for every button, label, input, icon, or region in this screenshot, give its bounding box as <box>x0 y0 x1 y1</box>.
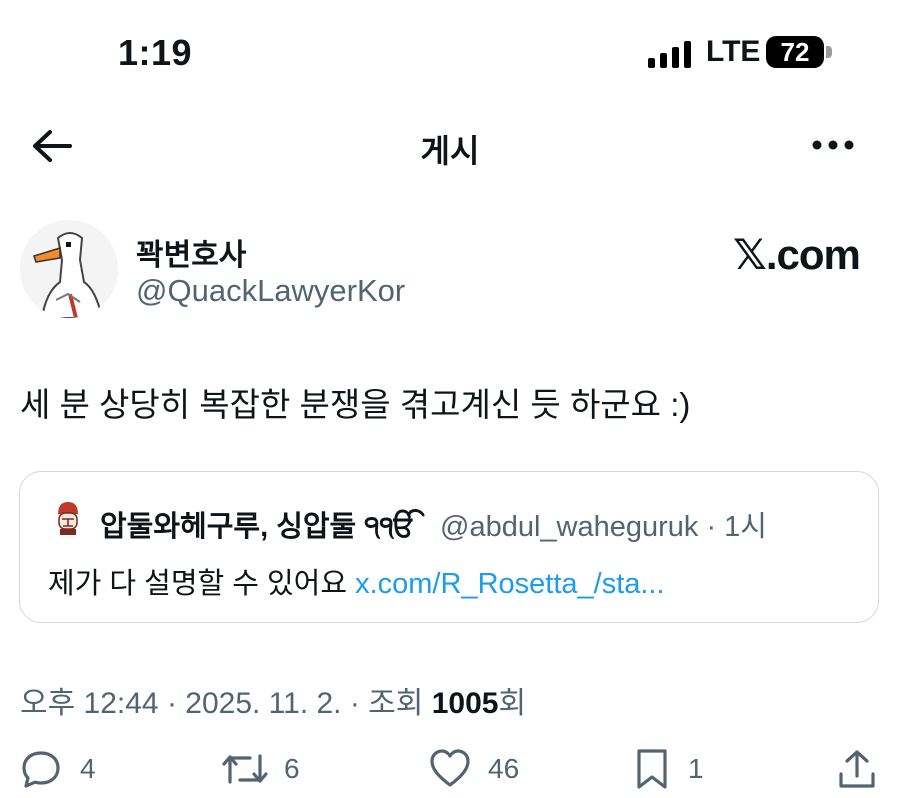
signal-strength-icon <box>648 40 691 68</box>
post-text: 세 분 상당히 복잡한 분쟁을 겪고계신 듯 하군요 :) <box>20 386 691 423</box>
battery-level: 72 <box>780 36 810 67</box>
view-suffix: 회 <box>498 687 527 720</box>
quoted-author-name: 압둘와헤구루, 싱압둘 ੧ੴ <box>100 511 416 543</box>
bookmark-count: 1 <box>688 753 704 784</box>
bookmark-icon[interactable] <box>634 748 670 790</box>
author-handle[interactable]: @QuackLawyerKor <box>136 273 405 309</box>
quoted-avatar-icon <box>52 500 84 536</box>
author-name[interactable]: 꽉변호사 <box>136 230 246 274</box>
quoted-text: 제가 다 설명할 수 있어요 x.com/R_Rosetta_/sta... <box>48 560 665 602</box>
repost-icon[interactable] <box>220 748 270 790</box>
quoted-link[interactable]: x.com/R_Rosetta_/sta... <box>355 568 664 600</box>
like-icon[interactable] <box>428 748 472 790</box>
repost-count: 6 <box>284 753 300 784</box>
quoted-text-body: 제가 다 설명할 수 있어요 <box>48 568 356 600</box>
battery-icon: 72 <box>766 36 824 68</box>
more-options-icon[interactable] <box>810 132 856 158</box>
view-count: 1005 <box>431 687 499 720</box>
quoted-author-meta: @abdul_waheguruk · 1시 <box>440 511 767 543</box>
like-count: 46 <box>488 753 520 784</box>
page-title: 게시 <box>420 133 480 169</box>
share-icon[interactable] <box>836 748 878 790</box>
reply-icon[interactable] <box>20 748 62 790</box>
battery-cap <box>826 46 832 58</box>
post-meta: 오후 12:44 · 2025. 11. 2. · 조회 1005회 <box>20 678 526 722</box>
reply-count: 4 <box>80 753 96 784</box>
source-logo: 𝕏.com <box>733 231 861 278</box>
network-type: LTE <box>706 35 761 68</box>
timestamp: 오후 12:44 · 2025. 11. 2. · 조회 <box>20 687 432 720</box>
status-time: 1:19 <box>118 32 193 73</box>
avatar[interactable] <box>20 220 118 318</box>
